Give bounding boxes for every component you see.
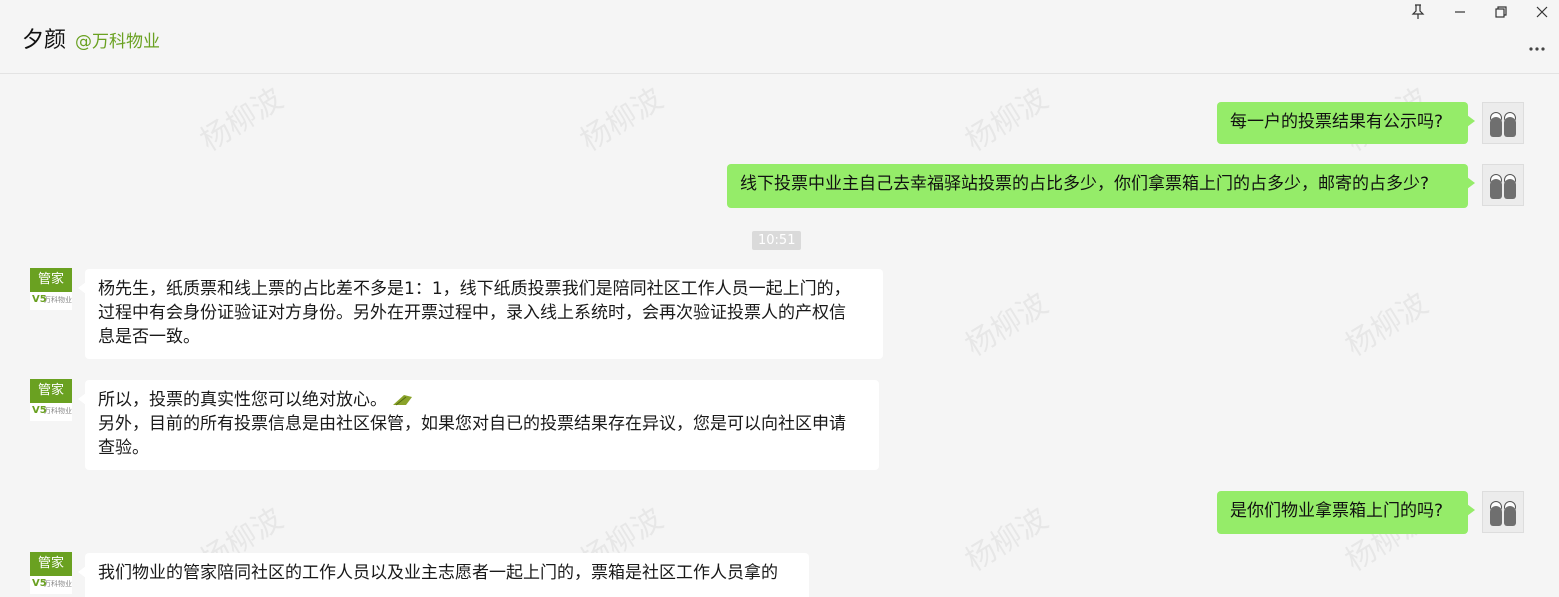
- message-line: 过程中有会身份证验证对方身份。另外在开票过程中，录入线上系统时，会再次验证投票人…: [98, 303, 846, 323]
- avatar-logo-text: 万科物业: [44, 580, 72, 588]
- message-bubble-received[interactable]: 所以，投票的真实性您可以绝对放心。 另外，目前的所有投票信息是由社区保管，如果您…: [78, 380, 879, 470]
- avatar[interactable]: [1482, 164, 1524, 206]
- avatar-label: 管家: [30, 379, 72, 403]
- thumbs-up-emoji-icon: [393, 395, 413, 406]
- message-line: 查验。: [98, 438, 149, 458]
- message-list[interactable]: 杨柳波 杨柳波 杨柳波 杨柳波 杨柳波 杨柳波 杨柳波 杨柳波 杨柳波 杨柳波 …: [0, 75, 1559, 597]
- chat-header: 夕颜 @万科物业: [0, 0, 1559, 74]
- avatar[interactable]: [1482, 491, 1524, 533]
- message-line: 息是否一致。: [98, 327, 200, 347]
- pin-icon[interactable]: [1406, 4, 1430, 24]
- minimize-icon[interactable]: [1448, 4, 1472, 24]
- close-icon[interactable]: [1530, 4, 1554, 24]
- watermark: 杨柳波: [574, 81, 670, 159]
- watermark: 杨柳波: [959, 286, 1055, 364]
- message-bubble-sent[interactable]: 线下投票中业主自己去幸福驿站投票的占比多少，你们拿票箱上门的占多少，邮寄的占多少…: [727, 164, 1475, 208]
- avatar-label: 管家: [30, 268, 72, 292]
- avatar[interactable]: 管家 V5 万科物业: [30, 552, 72, 594]
- message-timestamp: 10:51: [752, 231, 802, 250]
- more-icon[interactable]: [1529, 36, 1545, 57]
- message-line: 杨先生，纸质票和线上票的占比差不多是1：1，线下纸质投票我们是陪同社区工作人员一…: [98, 279, 851, 299]
- watermark: 杨柳波: [194, 81, 290, 159]
- avatar[interactable]: 管家 V5 万科物业: [30, 379, 72, 421]
- avatar-label: 管家: [30, 552, 72, 576]
- restore-icon[interactable]: [1489, 4, 1513, 24]
- avatar[interactable]: [1482, 102, 1524, 144]
- message-bubble-received[interactable]: 杨先生，纸质票和线上票的占比差不多是1：1，线下纸质投票我们是陪同社区工作人员一…: [78, 269, 883, 359]
- avatar[interactable]: 管家 V5 万科物业: [30, 268, 72, 310]
- message-bubble-received[interactable]: 我们物业的管家陪同社区的工作人员以及业主志愿者一起上门的，票箱是社区工作人员拿的: [78, 553, 809, 597]
- message-text: 是你们物业拿票箱上门的吗?: [1230, 501, 1444, 521]
- watermark: 杨柳波: [1339, 286, 1435, 364]
- message-line: 另外，目前的所有投票信息是由社区保管，如果您对自已的投票结果存在异议，您是可以向…: [98, 414, 846, 434]
- message-text: 线下投票中业主自己去幸福驿站投票的占比多少，你们拿票箱上门的占多少，邮寄的占多少…: [740, 174, 1430, 194]
- message-text: 每一户的投票结果有公示吗?: [1230, 112, 1444, 132]
- message-line: 所以，投票的真实性您可以绝对放心。: [98, 390, 387, 410]
- watermark: 杨柳波: [959, 501, 1055, 579]
- avatar-logo-text: 万科物业: [44, 407, 72, 415]
- avatar-logo-text: 万科物业: [44, 296, 72, 304]
- chat-org-tag: @万科物业: [75, 32, 160, 52]
- message-line: 我们物业的管家陪同社区的工作人员以及业主志愿者一起上门的，票箱是社区工作人员拿的: [98, 563, 778, 583]
- watermark: 杨柳波: [959, 81, 1055, 159]
- message-bubble-sent[interactable]: 是你们物业拿票箱上门的吗?: [1217, 491, 1475, 534]
- chat-title: 夕颜: [22, 28, 67, 53]
- message-bubble-sent[interactable]: 每一户的投票结果有公示吗?: [1217, 102, 1475, 144]
